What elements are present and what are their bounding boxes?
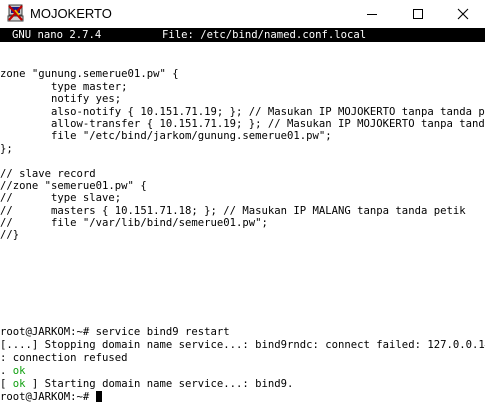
start-message: ] Starting domain name service...: bind9… <box>25 378 294 390</box>
text-cursor <box>95 391 102 402</box>
start-ok-status: ok <box>12 378 26 390</box>
editor-line <box>0 155 485 167</box>
ok-prefix: . <box>0 365 13 377</box>
console-starting-line: [ ok ] Starting domain name service...: … <box>0 378 485 391</box>
editor-line: // masters { 10.151.71.18; }; // Masukan… <box>0 204 466 217</box>
shell-prompt: root@JARKOM:~# <box>0 391 96 403</box>
maximize-icon <box>413 9 423 19</box>
minimize-icon <box>367 14 377 15</box>
nano-header-bar: GNU nano 2.7.4 File: /etc/bind/named.con… <box>0 28 485 42</box>
editor-line: file "/etc/bind/jarkom/gunung.semerue01.… <box>0 130 332 143</box>
editor-line: allow-transfer { 10.151.71.19; }; // Mas… <box>0 117 485 130</box>
nano-file-path: File: /etc/bind/named.conf.local <box>162 29 367 41</box>
terminal-window: MOJOKERTO GNU nano 2.7.4 File: /etc/bind… <box>0 0 485 410</box>
nano-version: GNU nano 2.7.4 <box>12 29 102 41</box>
console-output: root@JARKOM:~# service bind9 restart [..… <box>0 326 485 404</box>
editor-line: // slave record <box>0 167 96 180</box>
putty-terminal-icon[interactable] <box>6 4 25 23</box>
start-bracket-open: [ <box>0 378 13 390</box>
ok-status: ok <box>12 365 26 377</box>
editor-line: zone "gunung.semerue01.pw" { <box>0 68 179 81</box>
close-button[interactable] <box>441 0 485 28</box>
editor-line: // file "/var/lib/bind/semerue01.pw"; <box>0 217 268 230</box>
terminal-area[interactable]: GNU nano 2.7.4 File: /etc/bind/named.con… <box>0 28 485 410</box>
editor-buffer[interactable]: zone "gunung.semerue01.pw" { type master… <box>0 56 485 242</box>
editor-line: also-notify { 10.151.71.19; }; // Masuka… <box>0 105 485 118</box>
editor-line: }; <box>0 142 13 155</box>
editor-line: //} <box>0 229 20 242</box>
console-prompt-line[interactable]: root@JARKOM:~# <box>0 391 485 404</box>
console-ok-line: . ok <box>0 365 485 378</box>
maximize-button[interactable] <box>395 0 441 28</box>
console-stopping-line: [....] Stopping domain name service...: … <box>0 339 485 351</box>
console-command-line: root@JARKOM:~# service bind9 restart <box>0 326 230 338</box>
window-title: MOJOKERTO <box>30 6 112 21</box>
editor-line <box>0 56 485 68</box>
editor-line: type master; <box>0 80 128 93</box>
title-bar[interactable]: MOJOKERTO <box>0 0 485 28</box>
minimize-button[interactable] <box>349 0 395 28</box>
editor-line: //zone "semerue01.pw" { <box>0 179 147 192</box>
editor-line: // type slave; <box>0 192 122 205</box>
editor-line: notify yes; <box>0 93 122 106</box>
console-refused-line: : connection refused <box>0 352 128 364</box>
close-icon <box>457 8 469 20</box>
